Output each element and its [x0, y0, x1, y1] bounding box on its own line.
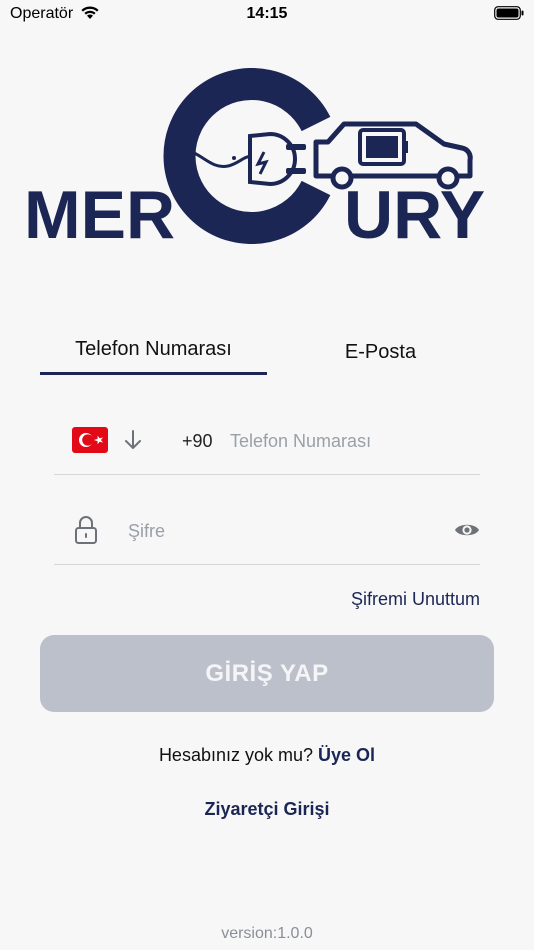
login-screen: Operatör 14:15 MER URY Telefon Numarası …	[0, 0, 534, 950]
signup-prompt-line: Hesabınız yok mu? Üye Ol	[0, 745, 534, 766]
login-button[interactable]: GİRİŞ YAP	[40, 635, 494, 712]
country-code: +90	[182, 431, 213, 451]
arrow-down-icon[interactable]	[124, 429, 142, 451]
active-tab-indicator	[40, 372, 267, 375]
version-label: version:1.0.0	[221, 925, 313, 942]
eye-icon[interactable]	[454, 521, 480, 539]
forgot-password-link[interactable]: Şifremi Unuttum	[351, 589, 480, 610]
tab-phone-number[interactable]: Telefon Numarası	[40, 338, 267, 374]
guest-login-link[interactable]: Ziyaretçi Girişi	[0, 799, 534, 820]
mercury-logo: MER URY	[24, 68, 485, 244]
password-field-row	[54, 505, 480, 565]
password-input[interactable]	[128, 517, 428, 545]
phone-field-row: +90	[54, 415, 480, 475]
tab-email[interactable]: E-Posta	[267, 341, 494, 377]
signup-prompt: Hesabınız yok mu?	[158, 745, 314, 765]
status-bar: Operatör 14:15	[0, 0, 534, 28]
logo-text-left: MER	[24, 177, 175, 244]
lock-icon	[75, 516, 97, 544]
clock: 14:15	[246, 5, 288, 22]
logo-text-right: URY	[344, 177, 485, 244]
signup-link[interactable]: Üye Ol	[318, 745, 375, 765]
turkey-flag-icon[interactable]	[72, 427, 108, 453]
battery-icon	[494, 6, 524, 20]
phone-number-input[interactable]	[230, 427, 470, 455]
